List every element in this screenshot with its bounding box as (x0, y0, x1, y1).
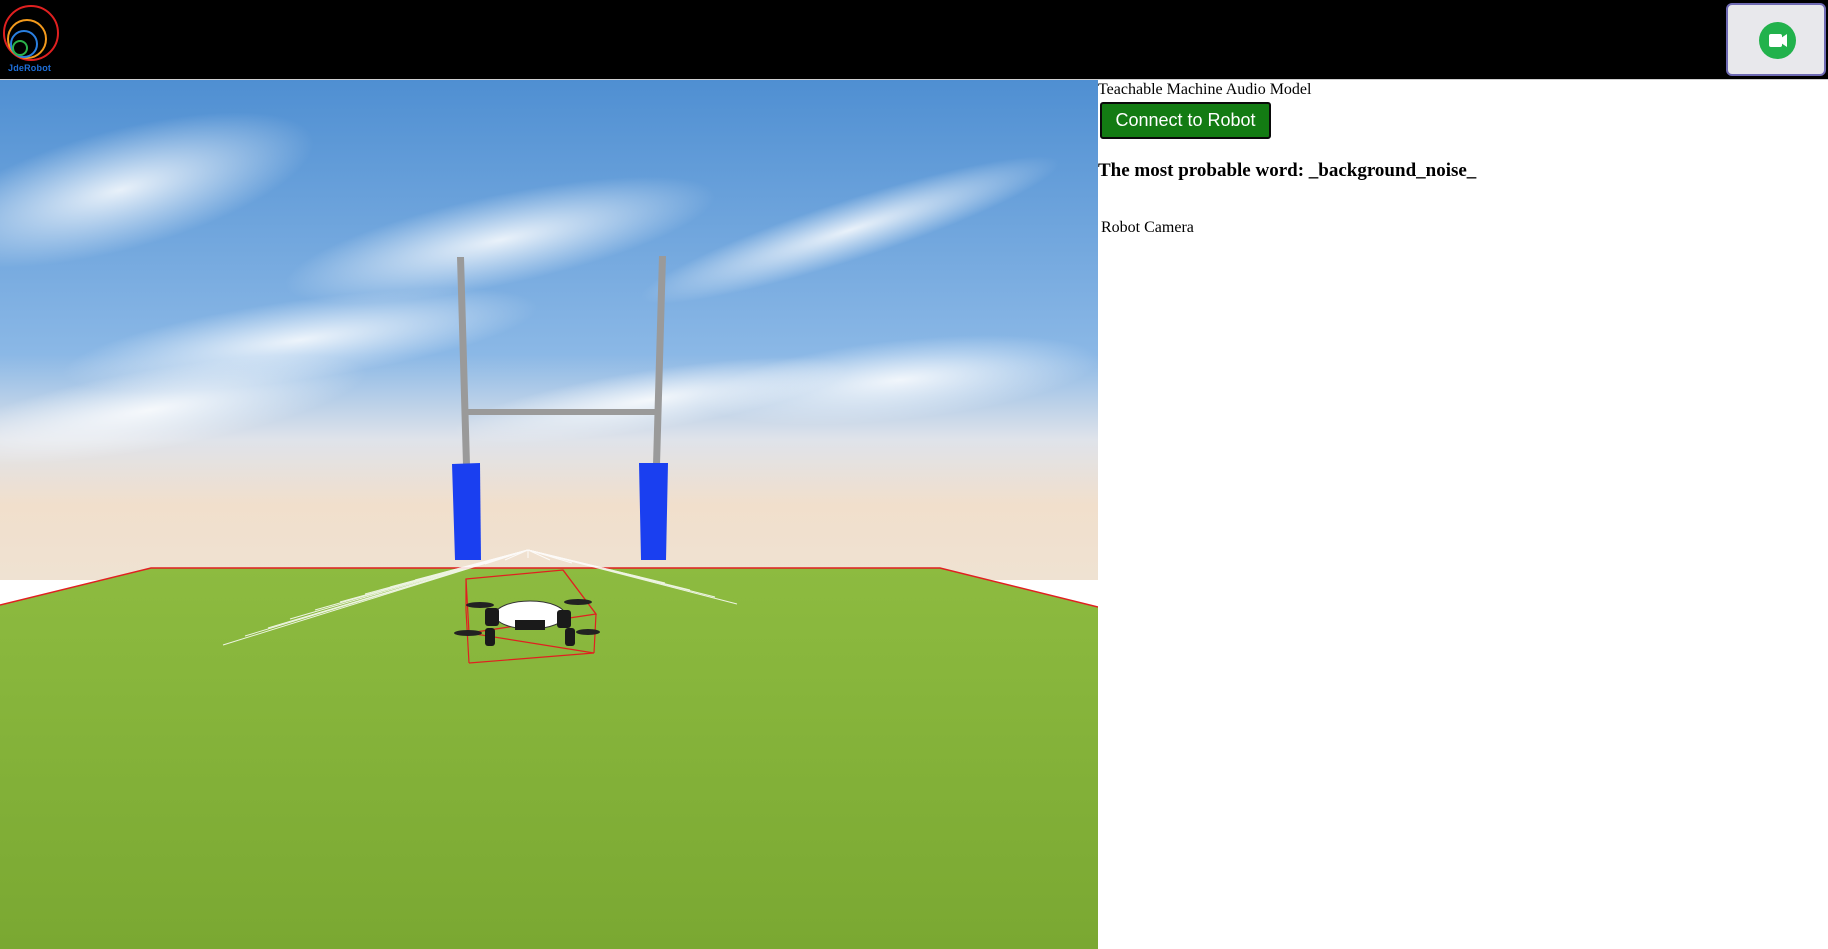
probable-word-label: The most probable word: _background_nois… (1098, 160, 1477, 181)
robot-camera-label: Robot Camera (1101, 219, 1194, 236)
control-panel: Teachable Machine Audio Model Connect to… (1098, 80, 1828, 949)
left-post-pad (452, 463, 481, 560)
right-post-pad (639, 463, 668, 560)
simulation-viewport[interactable] (0, 80, 1098, 949)
panel-title: Teachable Machine Audio Model (1098, 81, 1312, 98)
logo-text: JdeRobot (8, 63, 52, 73)
video-camera-icon (1759, 22, 1796, 59)
logo-rings-icon (3, 5, 59, 61)
simulation-scene (0, 80, 1098, 949)
connect-to-robot-button[interactable]: Connect to Robot (1100, 102, 1271, 139)
camera-toggle-button[interactable] (1726, 3, 1826, 76)
top-bar: JdeRobot (0, 0, 1828, 80)
